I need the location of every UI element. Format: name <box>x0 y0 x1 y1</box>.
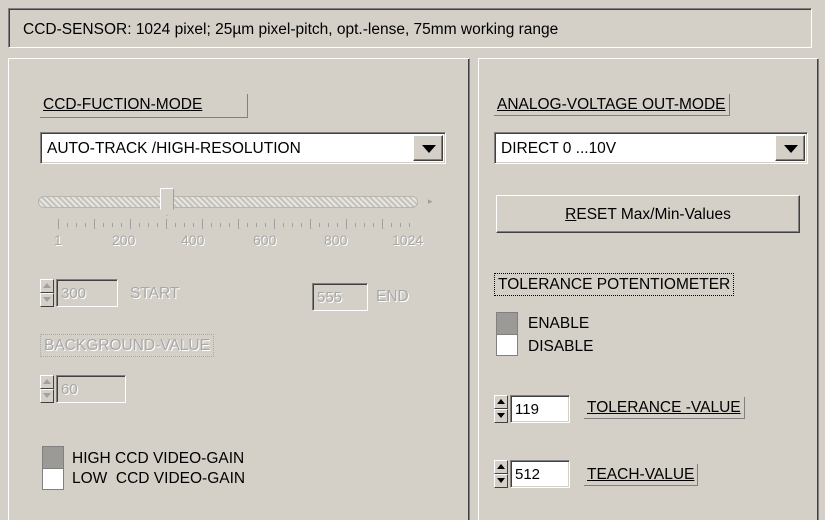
tolerance-increment-button[interactable] <box>494 395 508 409</box>
slider-tick-label: 800 <box>324 232 348 248</box>
tolerance-enable-indicator <box>497 313 517 334</box>
start-decrement-button[interactable] <box>40 293 54 307</box>
background-value: 60 <box>61 381 78 398</box>
reset-button-label: RESET Max/Min-Values <box>497 206 799 224</box>
arrow-down-icon <box>497 478 505 483</box>
tolerance-disable-label: DISABLE <box>528 338 594 355</box>
tolerance-pot-caption-text: TOLERANCE POTENTIOMETER <box>498 276 731 293</box>
background-value-caption-text: BACKGROUND-VALUE <box>44 337 210 354</box>
end-label: END <box>376 288 409 305</box>
arrow-down-icon <box>497 413 505 418</box>
background-spinner[interactable] <box>40 375 54 403</box>
sensor-info-field: CCD-SENSOR: 1024 pixel; 25µm pixel-pitch… <box>8 8 812 48</box>
teach-increment-button[interactable] <box>494 460 508 474</box>
pixel-range-slider-track[interactable] <box>38 196 418 208</box>
start-label: START <box>130 285 180 302</box>
tolerance-disable-indicator <box>497 334 517 355</box>
tolerance-value-input[interactable]: 119 <box>510 395 570 423</box>
teach-value: 512 <box>515 466 541 483</box>
slider-tick-label: 400 <box>181 232 205 248</box>
tolerance-pot-toggle[interactable] <box>496 312 518 356</box>
sensor-info-text: CCD-SENSOR: 1024 pixel; 25µm pixel-pitch… <box>23 21 559 38</box>
tolerance-value-caption: TOLERANCE -VALUE <box>584 397 745 419</box>
video-gain-toggle[interactable] <box>42 446 64 490</box>
reset-button-mnemonic: R <box>565 206 577 223</box>
analog-mode-caption: ANALOG-VOLTAGE OUT-MODE <box>494 94 730 116</box>
tolerance-enable-label: ENABLE <box>528 315 590 332</box>
teach-decrement-button[interactable] <box>494 474 508 488</box>
slider-tick-label: 1 <box>54 232 62 248</box>
teach-value-caption-text: TEACH-VALUE <box>587 466 695 483</box>
arrow-up-icon <box>497 464 505 469</box>
background-increment-button[interactable] <box>40 375 54 389</box>
teach-value-caption: TEACH-VALUE <box>584 464 699 486</box>
tolerance-pot-caption: TOLERANCE POTENTIOMETER <box>494 273 735 296</box>
analog-mode-dropdown-button[interactable] <box>775 135 805 161</box>
tolerance-value-caption-text: TOLERANCE -VALUE <box>587 399 741 416</box>
slider-tick-label: 600 <box>253 232 277 248</box>
arrow-up-icon <box>497 399 505 404</box>
slider-tick-label: 200 <box>112 232 136 248</box>
tolerance-spinner[interactable] <box>494 395 508 423</box>
video-gain-low-label: LOW CCD VIDEO-GAIN <box>72 470 246 487</box>
start-value: 300 <box>61 285 87 302</box>
analog-mode-caption-text: ANALOG-VOLTAGE OUT-MODE <box>497 96 726 113</box>
chevron-down-icon <box>784 145 798 153</box>
slider-right-arrow-icon: ▸ <box>428 196 433 206</box>
background-value-caption: BACKGROUND-VALUE <box>40 334 214 357</box>
function-mode-caption-frame <box>40 94 248 118</box>
video-gain-high-label: HIGH CCD VIDEO-GAIN <box>72 450 245 467</box>
arrow-up-icon <box>43 283 51 288</box>
video-gain-high-indicator <box>43 447 63 468</box>
slider-tick-label: 1024 <box>392 232 424 248</box>
end-value: 555 <box>317 289 343 306</box>
function-mode-value: AUTO-TRACK /HIGH-RESOLUTION <box>47 140 301 157</box>
background-value-input[interactable]: 60 <box>56 375 126 403</box>
start-input[interactable]: 300 <box>56 279 118 307</box>
end-input[interactable]: 555 <box>312 283 368 311</box>
analog-mode-value: DIRECT 0 ...10V <box>501 140 617 157</box>
start-spinner[interactable] <box>40 279 54 307</box>
tolerance-decrement-button[interactable] <box>494 409 508 423</box>
arrow-down-icon <box>43 393 51 398</box>
function-mode-select[interactable]: AUTO-TRACK /HIGH-RESOLUTION <box>40 132 446 164</box>
arrow-up-icon <box>43 379 51 384</box>
analog-mode-select[interactable]: DIRECT 0 ...10V <box>494 132 808 164</box>
chevron-down-icon <box>422 145 436 153</box>
slider-major-ticks <box>58 219 417 229</box>
video-gain-low-indicator <box>43 468 63 489</box>
tolerance-value: 119 <box>515 401 539 418</box>
teach-spinner[interactable] <box>494 460 508 488</box>
reset-button-label-rest: ESET Max/Min-Values <box>576 206 731 223</box>
start-increment-button[interactable] <box>40 279 54 293</box>
arrow-down-icon <box>43 297 51 302</box>
function-mode-dropdown-button[interactable] <box>413 135 443 161</box>
background-decrement-button[interactable] <box>40 389 54 403</box>
reset-max-min-button[interactable]: RESET Max/Min-Values <box>496 195 800 233</box>
teach-value-input[interactable]: 512 <box>510 460 570 488</box>
